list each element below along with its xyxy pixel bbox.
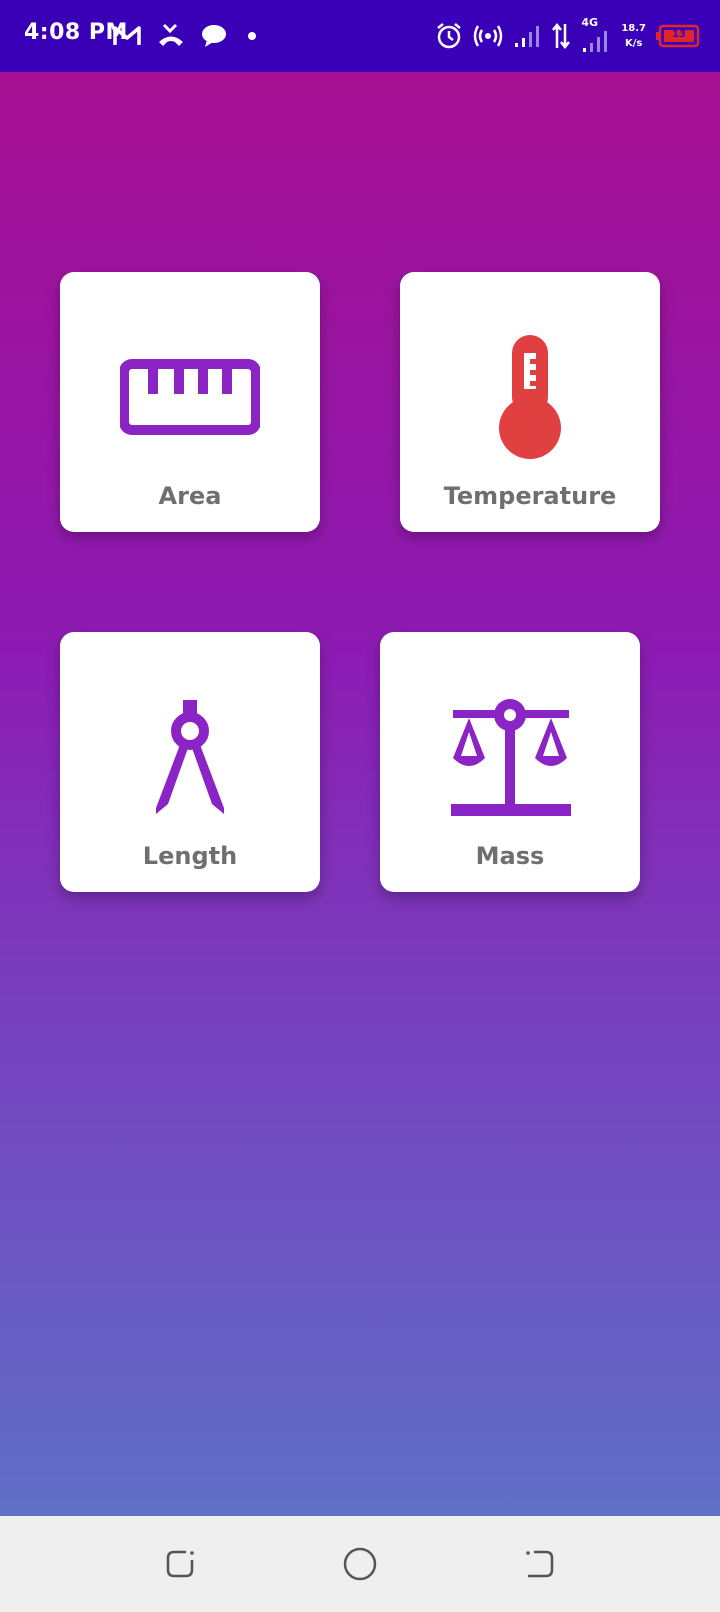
- recent-apps-icon: [166, 1550, 194, 1578]
- missed-call-icon: [156, 23, 186, 49]
- compass-icon: [60, 688, 320, 828]
- back-button[interactable]: [520, 1544, 560, 1584]
- scale-balance-icon: [380, 688, 640, 828]
- data-arrows-icon: [551, 22, 571, 50]
- category-label: Temperature: [443, 482, 617, 510]
- main-content: Area Temperature Length Mass: [0, 72, 720, 1516]
- notification-icons: [112, 18, 262, 54]
- thermometer-icon: [400, 328, 660, 468]
- gmail-icon: [112, 24, 142, 48]
- navigation-bar: [0, 1516, 720, 1612]
- category-label: Length: [142, 842, 238, 870]
- category-label: Mass: [475, 842, 545, 870]
- category-card-area[interactable]: Area: [60, 272, 320, 532]
- alarm-icon: [435, 22, 463, 50]
- home-button[interactable]: [340, 1544, 380, 1584]
- status-bar: 4:08 PM 4G 18.7 K/s 13: [0, 0, 720, 72]
- category-card-mass[interactable]: Mass: [380, 632, 640, 892]
- speed-unit: K/s: [624, 38, 643, 49]
- signal-bars-icon: [513, 23, 541, 49]
- battery-icon: 13: [656, 24, 700, 48]
- system-icons: 4G 18.7 K/s 13: [435, 14, 700, 58]
- recent-apps-button[interactable]: [160, 1544, 200, 1584]
- ruler-icon: [60, 328, 320, 468]
- home-icon: [343, 1547, 377, 1581]
- category-card-temperature[interactable]: Temperature: [400, 272, 660, 532]
- category-label: Area: [158, 482, 222, 510]
- hotspot-icon: [473, 23, 503, 49]
- speed-value: 18.7: [621, 23, 646, 34]
- signal-bars-4g-icon: 4G: [581, 16, 611, 54]
- network-speed: 18.7 K/s: [621, 21, 646, 51]
- category-card-length[interactable]: Length: [60, 632, 320, 892]
- back-icon: [526, 1550, 554, 1578]
- notification-dot-icon: [242, 26, 262, 46]
- battery-level: 13: [672, 29, 686, 40]
- chat-bubble-icon: [200, 23, 228, 49]
